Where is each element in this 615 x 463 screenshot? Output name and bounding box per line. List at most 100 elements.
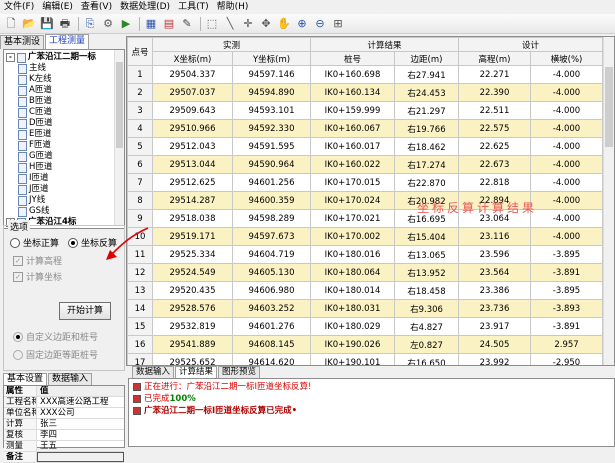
run-icon[interactable]: ⚙ — [100, 16, 116, 32]
table-cell[interactable]: 29504.337 — [152, 65, 233, 84]
table-cell[interactable]: -4.000 — [530, 191, 603, 210]
table-cell[interactable]: 23.917 — [458, 317, 531, 336]
table-cell[interactable]: 23.596 — [458, 245, 531, 264]
tree-item[interactable]: - 广苯沿江二期一标 — [6, 52, 96, 63]
table-cell[interactable]: 94608.145 — [232, 335, 311, 354]
table-cell[interactable]: 右19.766 — [394, 119, 459, 138]
table-cell[interactable]: 94593.101 — [232, 101, 311, 120]
table-cell[interactable]: -3.891 — [530, 263, 603, 282]
table-cell[interactable]: 29512.043 — [152, 137, 233, 156]
table-cell[interactable]: 94603.252 — [232, 299, 311, 318]
table-cell[interactable]: -4.000 — [530, 119, 603, 138]
table-cell[interactable]: -3.895 — [530, 245, 603, 264]
row-number-cell[interactable]: 17 — [127, 353, 153, 365]
row-number-cell[interactable]: 15 — [127, 317, 153, 336]
table-cell[interactable]: -3.895 — [530, 281, 603, 300]
tree-item[interactable]: F匝道 — [18, 140, 51, 151]
grid-scrollbar[interactable] — [603, 37, 614, 365]
table-row[interactable]: 11 29525.334 94604.719 IK0+180.016 右13.065 23… — [127, 245, 603, 264]
zoom-icon[interactable]: ⊕ — [294, 16, 310, 32]
table-cell[interactable]: 右27.941 — [394, 65, 459, 84]
row-number-cell[interactable]: 2 — [127, 83, 153, 102]
table-cell[interactable]: 右22.870 — [394, 173, 459, 192]
tab-engineering-survey[interactable]: 工程测量 — [45, 34, 90, 49]
table-row[interactable]: 5 29512.043 94591.595 IK0+160.017 右18.462 22.… — [127, 137, 603, 156]
menu-item-2[interactable]: 查看(V) — [77, 0, 116, 14]
check-elevation[interactable]: ✓ 计算高程 — [13, 254, 62, 267]
table-row[interactable]: 4 29510.966 94592.330 IK0+160.067 右19.766 22.… — [127, 119, 603, 138]
table-row[interactable]: 12 29524.549 94605.130 IK0+180.064 右13.952 23… — [127, 263, 603, 282]
table-cell[interactable]: IK0+180.064 — [310, 263, 395, 282]
table-row[interactable]: 2 29507.037 94594.890 IK0+160.134 右24.453 22.… — [127, 83, 603, 102]
table-cell[interactable]: 94592.330 — [232, 119, 311, 138]
project-tree[interactable]: - 广苯沿江二期一标 主线 K左线 A匝道 B匝道 C匝道 D匝道 E匝道 F匝道 G匝道 H匝道 I匝… — [3, 49, 125, 229]
copy-icon[interactable]: ⎘ — [82, 16, 98, 32]
tab-basic-settings[interactable]: 基本设置 — [3, 373, 48, 385]
table-cell[interactable]: 22.271 — [458, 65, 531, 84]
table-cell[interactable]: 29532.819 — [152, 317, 233, 336]
row-number-cell[interactable]: 11 — [127, 245, 153, 264]
table-cell[interactable]: -4.000 — [530, 137, 603, 156]
table-cell[interactable]: 29507.037 — [152, 83, 233, 102]
row-number-cell[interactable]: 13 — [127, 281, 153, 300]
prop-value[interactable] — [37, 452, 124, 462]
table-cell[interactable]: IK0+180.029 — [310, 317, 395, 336]
table-cell[interactable]: 右16.650 — [394, 353, 459, 365]
menu-item-0[interactable]: 文件(F) — [0, 0, 38, 14]
table-cell[interactable]: 94598.289 — [232, 209, 311, 228]
table-cell[interactable]: IK0+170.021 — [310, 209, 395, 228]
row-number-cell[interactable]: 12 — [127, 263, 153, 282]
table-cell[interactable]: 94601.256 — [232, 173, 311, 192]
table-cell[interactable]: IK0+159.999 — [310, 101, 395, 120]
table-cell[interactable]: 94606.980 — [232, 281, 311, 300]
prop-value[interactable]: XXX公司 — [37, 408, 124, 418]
radio-inverse-calc[interactable]: 坐标反算 — [68, 236, 117, 249]
props-row[interactable]: 工程名称 XXX高速公路工程 — [4, 397, 124, 408]
row-number-cell[interactable]: 1 — [127, 65, 153, 84]
tree-item[interactable]: I匝道 — [18, 173, 49, 184]
table-cell[interactable]: 右15.404 — [394, 227, 459, 246]
props-row[interactable]: 计算 张三 — [4, 419, 124, 430]
grid-icon[interactable]: ▦ — [143, 16, 159, 32]
table-cell[interactable]: 22.625 — [458, 137, 531, 156]
table-cell[interactable]: -4.000 — [530, 173, 603, 192]
open-icon[interactable]: 📂 — [21, 16, 37, 32]
table-cell[interactable]: IK0+180.014 — [310, 281, 395, 300]
checkbox-checked-icon[interactable]: ✓ — [13, 255, 23, 266]
pan-icon[interactable]: ✥ — [258, 16, 274, 32]
radio-circle-disabled[interactable] — [13, 331, 23, 342]
tree-item[interactable]: G匝道 — [18, 151, 53, 162]
table-cell[interactable]: IK0+190.101 — [310, 353, 395, 365]
tab-basic-survey[interactable]: 基本测设 — [0, 35, 45, 49]
table-row[interactable]: 14 29528.576 94603.252 IK0+180.031 右9.306 23.… — [127, 299, 603, 318]
table-row[interactable]: 17 29525.652 94614.620 IK0+190.101 右16.650 23… — [127, 353, 603, 365]
results-grid[interactable]: 点号 实测 计算结果 设计 X坐标(m) Y坐标(m) 桩号 边距(m) 高程(m) 横坡… — [126, 36, 615, 366]
col-header[interactable]: 横坡(%) — [530, 51, 603, 66]
radio-circle-checked[interactable] — [68, 237, 78, 248]
zoom-out-icon[interactable]: ⊖ — [312, 16, 328, 32]
row-number-cell[interactable]: 4 — [127, 119, 153, 138]
radio-fixed-offset[interactable]: 固定边距等距桩号 — [13, 348, 98, 361]
table-cell[interactable]: 右13.952 — [394, 263, 459, 282]
table-cell[interactable]: -3.891 — [530, 317, 603, 336]
table-cell[interactable]: 22.390 — [458, 83, 531, 102]
table-cell[interactable]: IK0+170.024 — [310, 191, 395, 210]
collapse-icon[interactable]: - — [6, 53, 15, 62]
table-cell[interactable]: 23.116 — [458, 227, 531, 246]
tab-graph-preview[interactable]: 图形预览 — [218, 366, 261, 378]
table-row[interactable]: 10 29519.171 94597.673 IK0+170.002 右15.404 23… — [127, 227, 603, 246]
pencil-icon[interactable]: ✎ — [179, 16, 195, 32]
table-cell[interactable]: 左0.827 — [394, 335, 459, 354]
tree-item[interactable]: C匝道 — [18, 107, 52, 118]
table-cell[interactable]: 29525.652 — [152, 353, 233, 365]
table-cell[interactable]: 24.505 — [458, 335, 531, 354]
play-icon[interactable]: ▶ — [118, 16, 134, 32]
table-row[interactable]: 13 29520.435 94606.980 IK0+180.014 右18.458 23… — [127, 281, 603, 300]
table-cell[interactable]: 右18.462 — [394, 137, 459, 156]
table-cell[interactable]: -4.000 — [530, 209, 603, 228]
props-row[interactable]: 复核 李四 — [4, 430, 124, 441]
table-cell[interactable]: IK0+160.698 — [310, 65, 395, 84]
table-row[interactable]: 15 29532.819 94601.276 IK0+180.029 右4.827 23.… — [127, 317, 603, 336]
table-cell[interactable]: IK0+180.016 — [310, 245, 395, 264]
tree-item[interactable]: D匝道 — [18, 118, 53, 129]
